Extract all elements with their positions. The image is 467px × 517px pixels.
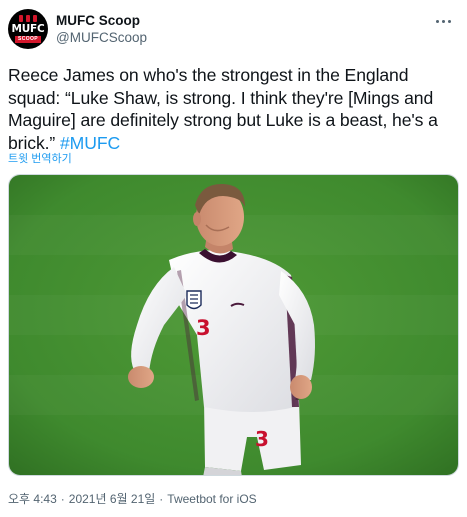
author-names: MUFC Scoop @MUFCScoop <box>56 12 147 46</box>
shorts-number: 3 <box>255 427 269 451</box>
tweet-time[interactable]: 오후 4:43 <box>8 490 57 507</box>
author-handle[interactable]: @MUFCScoop <box>56 29 147 46</box>
tweet-source[interactable]: Tweetbot for iOS <box>167 492 256 506</box>
tweet-metadata: 오후 4:43 · 2021년 6월 21일 · Tweetbot for iO… <box>8 490 257 507</box>
tweet-header: MUFC SCOOP MUFC Scoop @MUFCScoop <box>8 9 459 49</box>
shirt-number: 3 <box>196 316 211 340</box>
avatar-logo-text: MUFC <box>11 23 45 35</box>
three-lions-crest-icon <box>186 290 202 310</box>
author-display-name[interactable]: MUFC Scoop <box>56 12 147 29</box>
meta-separator: · <box>159 491 164 506</box>
meta-separator: · <box>60 491 65 506</box>
more-options-icon[interactable] <box>429 11 457 31</box>
avatar-logo-subtext: SCOOP <box>15 36 41 43</box>
tweet-card: MUFC SCOOP MUFC Scoop @MUFCScoop Reece J… <box>0 0 467 517</box>
avatar[interactable]: MUFC SCOOP <box>8 9 48 49</box>
player-photo: 3 3 <box>9 175 458 475</box>
tweet-date[interactable]: 2021년 6월 21일 <box>69 490 156 507</box>
tweet-text: Reece James on who's the strongest in th… <box>8 64 464 155</box>
translate-tweet-link[interactable]: 트윗 번역하기 <box>8 150 72 166</box>
tweet-photo[interactable]: 3 3 <box>8 174 459 476</box>
devil-logo-icon <box>8 15 48 23</box>
